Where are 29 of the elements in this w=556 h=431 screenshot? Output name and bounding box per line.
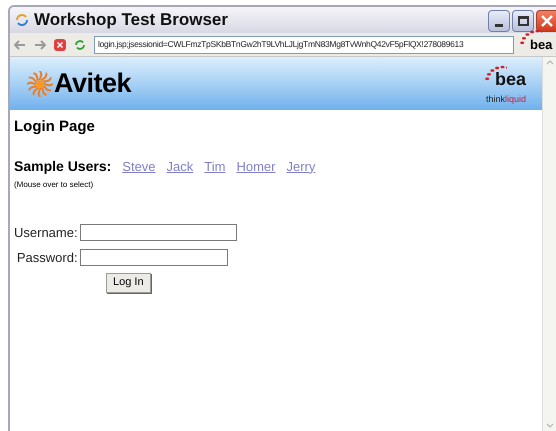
field-label: Username: [14,224,78,242]
user-link[interactable]: Jack [166,156,194,176]
brand-logo: bea [530,36,552,52]
close-button[interactable] [536,10,556,32]
bea-logo: bea [494,68,526,89]
input-field[interactable] [80,249,228,266]
close-icon [540,15,552,27]
window-title: Workshop Test Browser [34,9,228,32]
address-field[interactable]: login.jsp;jsessionid=CWLFmzTpSKbBTnGw2hT9LVhLJLjgTmN83Mg8TvWnhQ42vF5pFlQX!278089613 [94,36,514,54]
sample-users-label: Sample Users: [14,156,112,176]
page-heading: Login Page [14,117,96,137]
stop-icon[interactable] [54,38,66,50]
back-arrow-icon[interactable] [14,40,26,50]
input-field[interactable] [80,224,237,241]
user-link[interactable]: Homer [236,156,276,176]
sun-icon [26,70,54,98]
tagline: thinkliquid [486,92,526,106]
user-link[interactable]: Jerry [286,156,316,176]
login-button[interactable]: Log In [106,272,151,292]
user-link[interactable]: Steve [122,156,156,176]
user-link[interactable]: Tim [204,156,226,176]
minimize-button[interactable] [488,10,510,32]
avitek-logo: Avitek [54,67,132,100]
forward-arrow-icon[interactable] [34,40,46,50]
maximize-button[interactable] [512,10,534,32]
refresh-icon[interactable] [74,38,86,50]
field-label: Password: [16,249,78,267]
hint-text: (Mouse over to select) [14,178,94,190]
refresh-icon [14,12,30,28]
